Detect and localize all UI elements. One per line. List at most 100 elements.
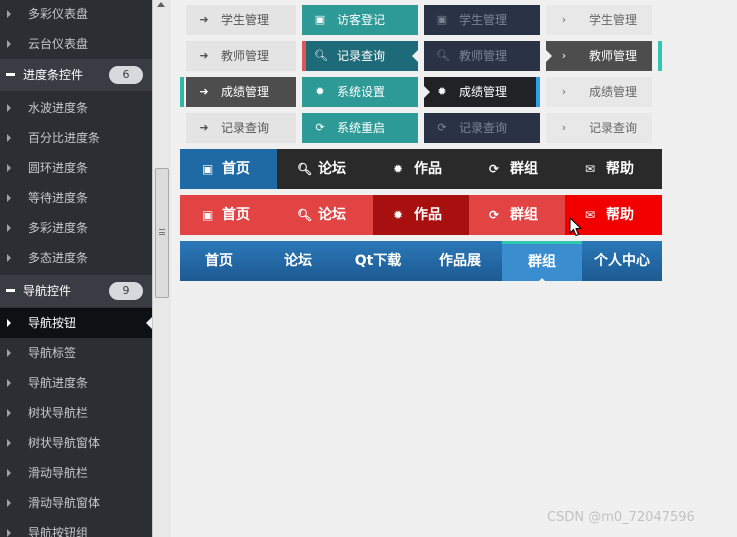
navbar-red-tab-forum[interactable]: 🔍︎ 论坛 [277, 195, 373, 235]
nav-button-navy-3-active[interactable]: ✹ 成绩管理 [424, 77, 536, 107]
sidebar-item-nav-label[interactable]: 导航标签 [0, 338, 152, 368]
refresh-icon: ⟳ [489, 162, 500, 176]
button-label: 系统设置 [337, 85, 386, 99]
sidebar-item-wave-progress[interactable]: 水波进度条 [0, 93, 152, 123]
nav-button-gray-1[interactable]: › 学生管理 [546, 5, 652, 35]
nav-button-gray-4[interactable]: › 记录查询 [546, 113, 652, 143]
navbar-dark-tab-forum[interactable]: 🔍︎ 论坛 [277, 149, 373, 189]
sidebar-item-ptz-gauge[interactable]: 云台仪表盘 [0, 29, 152, 59]
nav-button-light-1[interactable]: ➜ 学生管理 [186, 5, 296, 35]
nav-button-teal-4[interactable]: ⟳ 系统重启 [302, 113, 418, 143]
sidebar-item-label: 多彩仪表盘 [28, 7, 89, 21]
nav-button-gray-3[interactable]: › 成绩管理 [546, 77, 652, 107]
chevron-right-icon: › [561, 49, 567, 62]
button-label: 教师管理 [221, 49, 270, 63]
nav-button-navy-2[interactable]: 🔍︎ 教师管理 [424, 41, 540, 71]
nav-button-teal-2-active[interactable]: 🔍︎ 记录查询 [306, 41, 418, 71]
navbar-blue-tab-forum[interactable]: 论坛 [258, 241, 338, 281]
navbar-dark-tab-help[interactable]: ✉ 帮助 [565, 149, 662, 189]
nav-button-navy-4[interactable]: ⟳ 记录查询 [424, 113, 540, 143]
search-icon: 🔍︎ [436, 49, 450, 62]
gear-icon: ✹ [393, 162, 404, 176]
button-label: 记录查询 [589, 121, 638, 135]
sidebar-item-tree-nav-window[interactable]: 树状导航窗体 [0, 428, 152, 458]
button-label: 记录查询 [337, 49, 386, 63]
navbar-blue-tab-profile[interactable]: 个人中心 [582, 241, 662, 281]
button-label: 教师管理 [589, 49, 638, 63]
scroll-up-arrow-icon[interactable] [157, 2, 165, 7]
navbar-blue-tab-qt-download[interactable]: Qt下载 [338, 241, 418, 281]
button-label: 学生管理 [589, 13, 638, 27]
sidebar-item-multicolor-gauge[interactable]: 多彩仪表盘 [0, 0, 152, 29]
id-card-icon: ▣ [202, 208, 214, 222]
active-accent-bar [536, 77, 540, 107]
navbar-red-tab-home[interactable]: ▣ 首页 [180, 195, 277, 235]
caret-right-icon [7, 254, 11, 262]
sidebar-item-nav-progress[interactable]: 导航进度条 [0, 368, 152, 398]
caret-right-icon [7, 379, 11, 387]
arrow-right-icon: ➜ [199, 85, 209, 98]
navbar-blue-tab-home[interactable]: 首页 [180, 241, 258, 281]
nav-button-navy-1[interactable]: ▣ 学生管理 [424, 5, 540, 35]
sidebar-group-label: 导航控件 [23, 284, 72, 298]
mouse-cursor-icon [569, 217, 583, 237]
scrollbar-thumb[interactable] [155, 168, 169, 298]
caret-right-icon [7, 529, 11, 537]
active-accent-bar [180, 77, 184, 107]
sidebar-item-tree-navbar[interactable]: 树状导航栏 [0, 398, 152, 428]
sidebar-item-label: 水波进度条 [28, 101, 89, 115]
sidebar-group-progress[interactable]: 进度条控件 6 [0, 59, 152, 91]
search-icon: 🔍︎ [314, 49, 328, 62]
navbar-red-tab-works[interactable]: ✹ 作品 [373, 195, 469, 235]
collapse-minus-icon [6, 289, 15, 292]
tab-label: 群组 [510, 207, 538, 223]
navbar-dark-tab-group[interactable]: ⟳ 群组 [469, 149, 565, 189]
sidebar-scrollbar[interactable] [152, 0, 171, 537]
refresh-icon: ⟳ [315, 121, 325, 134]
caret-right-icon [7, 40, 11, 48]
nav-button-teal-3[interactable]: ✹ 系统设置 [302, 77, 418, 107]
tab-label: 论坛 [318, 207, 346, 223]
nav-button-teal-1[interactable]: ▣ 访客登记 [302, 5, 418, 35]
sidebar-item-nav-button[interactable]: 导航按钮 [0, 308, 152, 338]
sidebar-item-slide-navbar[interactable]: 滑动导航栏 [0, 458, 152, 488]
button-label: 学生管理 [221, 13, 270, 27]
sidebar-item-label: 滑动导航窗体 [28, 496, 101, 510]
sidebar-item-nav-button-group[interactable]: 导航按钮组 [0, 518, 152, 537]
sidebar-item-label: 导航按钮组 [28, 526, 89, 537]
caret-right-icon [7, 499, 11, 507]
nav-button-light-3-active[interactable]: ➜ 成绩管理 [186, 77, 296, 107]
caret-right-icon [7, 469, 11, 477]
navbar-red-tab-group[interactable]: ⟳ 群组 [469, 195, 565, 235]
caret-right-icon [7, 194, 11, 202]
sidebar-item-multicolor-progress[interactable]: 多彩进度条 [0, 213, 152, 243]
sidebar-item-ring-progress[interactable]: 圆环进度条 [0, 153, 152, 183]
gear-icon: ✹ [315, 85, 325, 98]
refresh-icon: ⟳ [489, 208, 500, 222]
navbar-blue-tab-group-active[interactable]: 群组 [502, 241, 582, 284]
arrow-right-icon: ➜ [199, 121, 209, 134]
sidebar-item-slide-nav-window[interactable]: 滑动导航窗体 [0, 488, 152, 518]
search-icon: 🔍︎ [297, 208, 313, 222]
sidebar-group-nav[interactable]: 导航控件 9 [0, 275, 152, 307]
nav-button-light-4[interactable]: ➜ 记录查询 [186, 113, 296, 143]
button-label: 记录查询 [459, 121, 508, 135]
sidebar-item-percent-progress[interactable]: 百分比进度条 [0, 123, 152, 153]
sidebar-item-label: 多彩进度条 [28, 221, 89, 235]
active-notch-icon [546, 50, 552, 62]
sidebar-item-multistate-progress[interactable]: 多态进度条 [0, 243, 152, 273]
envelope-icon: ✉ [585, 162, 596, 176]
navbar-blue-tab-showcase[interactable]: 作品展 [418, 241, 502, 281]
nav-button-gray-2-active[interactable]: › 教师管理 [546, 41, 652, 71]
navbar-dark-tab-home[interactable]: ▣ 首页 [180, 149, 277, 189]
arrow-right-icon: ➜ [199, 49, 209, 62]
navbar-dark-tab-works[interactable]: ✹ 作品 [373, 149, 469, 189]
nav-button-light-2[interactable]: ➜ 教师管理 [186, 41, 296, 71]
sidebar-item-wait-progress[interactable]: 等待进度条 [0, 183, 152, 213]
chevron-right-icon: › [561, 13, 567, 26]
button-label: 系统重启 [337, 121, 386, 135]
grip-icon [159, 229, 165, 235]
caret-right-icon [7, 439, 11, 447]
active-accent-bar [658, 41, 662, 71]
gear-icon: ✹ [437, 85, 447, 98]
